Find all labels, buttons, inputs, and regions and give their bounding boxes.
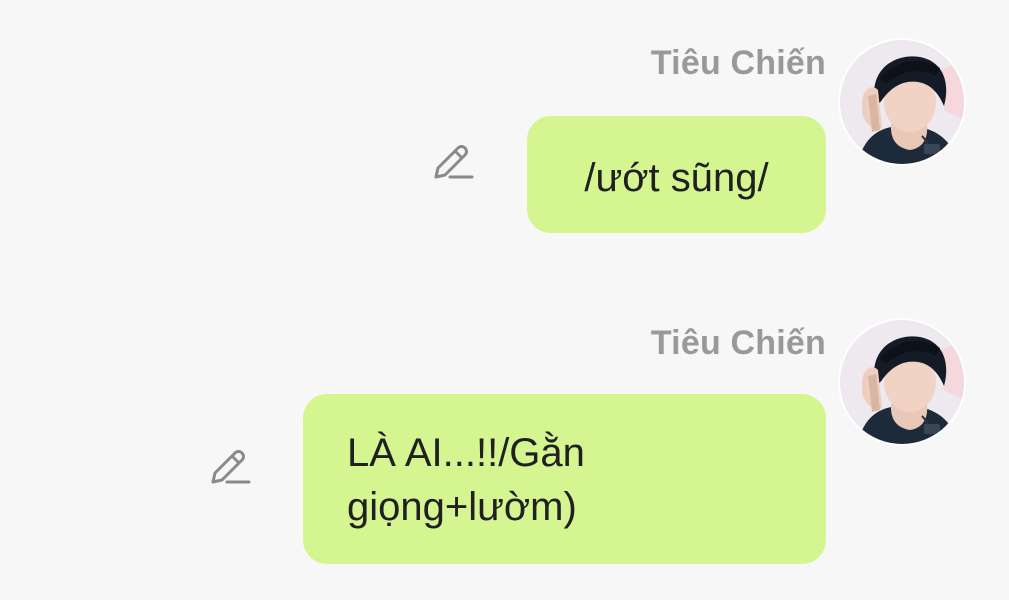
avatar-photo xyxy=(840,320,964,444)
pencil-icon[interactable] xyxy=(430,138,474,182)
message-bubble[interactable]: /ướt sũng/ xyxy=(527,116,826,233)
message-text: /ướt sũng/ xyxy=(584,156,769,200)
chat-thread: Tiêu Chiến /ướt sũng/ Tiêu Chiến LÀ AI..… xyxy=(0,0,1009,600)
avatar-photo xyxy=(840,40,964,164)
sender-name: Tiêu Chiến xyxy=(650,44,826,82)
sender-avatar[interactable] xyxy=(840,40,964,164)
message-text: LÀ AI...!!/Gằn giọng+lườm) xyxy=(347,431,585,529)
sender-avatar[interactable] xyxy=(840,320,964,444)
message-bubble[interactable]: LÀ AI...!!/Gằn giọng+lườm) xyxy=(303,394,826,564)
pencil-icon[interactable] xyxy=(207,443,251,487)
sender-name: Tiêu Chiến xyxy=(650,324,826,362)
